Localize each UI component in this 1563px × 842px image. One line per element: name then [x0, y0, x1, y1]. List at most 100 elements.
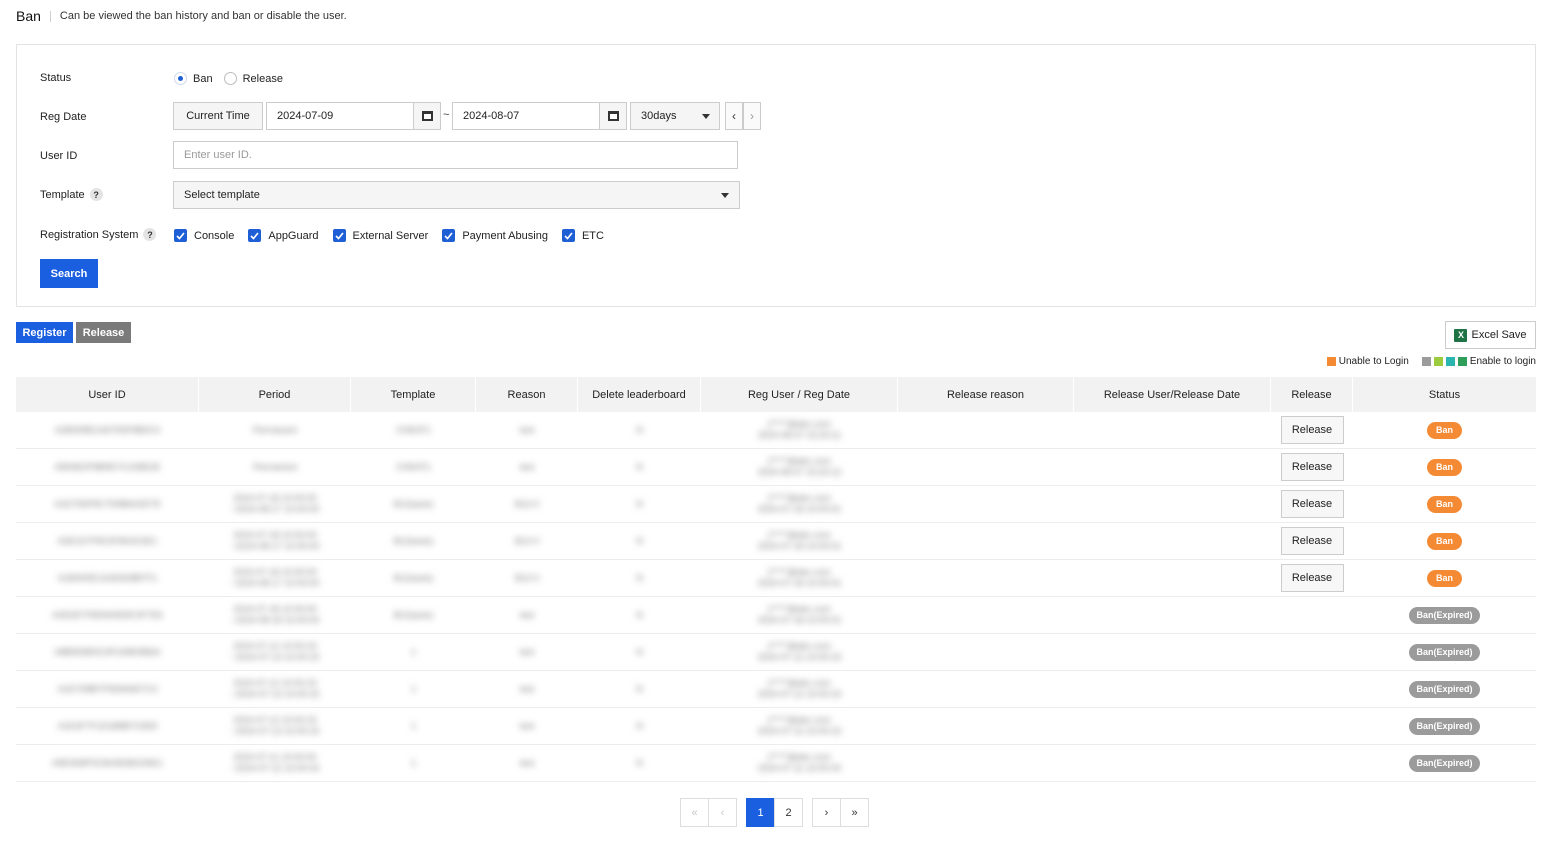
cell-delete-leaderboard: N: [578, 523, 701, 559]
next-range-button[interactable]: ›: [743, 102, 761, 130]
checkbox-appguard-label[interactable]: AppGuard: [268, 230, 318, 242]
user-id-input[interactable]: Enter user ID.: [173, 141, 738, 169]
chevron-left-icon: ‹: [732, 109, 736, 123]
checkbox-etc[interactable]: [561, 229, 575, 242]
register-button[interactable]: Register: [16, 322, 73, 343]
date-range-select[interactable]: 30days: [630, 102, 720, 130]
page-header: Ban Can be viewed the ban history and ba…: [16, 7, 347, 25]
template-select[interactable]: Select template: [173, 181, 740, 209]
help-icon[interactable]: ?: [89, 188, 103, 201]
cell-user-id-value: A1B4D5E1A2E6D8B7F1: [57, 572, 158, 583]
cell-user-id: A1E7D8B7F5E8A6E7C3: [16, 671, 199, 707]
checkbox-external-server[interactable]: [332, 229, 346, 242]
cell-release-user-date: [1074, 412, 1271, 448]
cell-delete-leaderboard-value: N: [636, 535, 643, 546]
cell-release-reason: [898, 708, 1074, 744]
cell-release-reason: [898, 597, 1074, 633]
checkbox-console[interactable]: [174, 229, 187, 242]
cell-status: Ban(Expired): [1353, 634, 1536, 670]
cell-delete-leaderboard: N: [578, 449, 701, 485]
page-button-1[interactable]: 1: [746, 798, 775, 827]
status-radio-release[interactable]: [223, 72, 237, 85]
cell-status: Ban(Expired): [1353, 671, 1536, 707]
date-to-input[interactable]: 2024-08-07: [452, 102, 600, 130]
cell-delete-leaderboard: N: [578, 671, 701, 707]
cell-reg-user-date-value: j*****@abc.com 2024-07-18 10:00:01: [757, 530, 842, 551]
cell-template-value: B12(auto): [393, 609, 434, 620]
cell-delete-leaderboard-value: N: [636, 461, 643, 472]
cell-user-id: A3E1D7F8C5F8A3C6E1: [16, 523, 199, 559]
checkbox-payment-abusing-label[interactable]: Payment Abusing: [462, 230, 548, 242]
cell-reason: test: [476, 671, 578, 707]
template-select-value: Select template: [184, 189, 260, 201]
cell-release-user-date: [1074, 523, 1271, 559]
row-release-button[interactable]: Release: [1280, 453, 1344, 481]
excel-save-button[interactable]: X Excel Save: [1445, 321, 1536, 349]
checkbox-external-server-label[interactable]: External Server: [353, 230, 429, 242]
cell-delete-leaderboard-value: N: [636, 424, 643, 435]
row-release-button[interactable]: Release: [1280, 564, 1344, 592]
cell-user-id-value: A2B3D8E1A67D5F8B0C4: [54, 424, 161, 435]
cell-status: Ban(Expired): [1353, 708, 1536, 744]
legend-enable-swatch-darkgreen: [1457, 357, 1467, 366]
cell-template: CHEAT1: [351, 412, 476, 448]
cell-period: 2024-07-12 10:00:15 ~2024-07-13 10:00:15: [199, 671, 351, 707]
checkbox-console-label[interactable]: Console: [194, 230, 234, 242]
status-radio-ban-label[interactable]: Ban: [193, 73, 213, 85]
cell-reg-user-date: j*****@abc.com 2024-07-18 10:00:01: [701, 560, 898, 596]
status-badge: Ban(Expired): [1409, 680, 1480, 698]
next-page-button[interactable]: ›: [812, 798, 841, 827]
calendar-icon: [421, 111, 433, 121]
cell-status: Ban: [1353, 449, 1536, 485]
cell-template-value: B12(auto): [393, 498, 434, 509]
date-to-calendar-button[interactable]: [599, 102, 627, 130]
cell-reg-user-date-value: j*****@abc.com 2024-07-12 10:00:15: [757, 678, 842, 699]
cell-template-value: 1: [410, 757, 416, 768]
cell-period: 2024-07-18 10:00:00 ~2024-08-17 10:00:00: [199, 523, 351, 559]
cell-user-id: A9D6E0F8B9E7C1D8E2E: [16, 449, 199, 485]
cell-reason: test: [476, 597, 578, 633]
last-page-button[interactable]: »: [840, 798, 869, 827]
excel-icon: X: [1454, 328, 1468, 342]
row-release-button[interactable]: Release: [1280, 490, 1344, 518]
current-time-button[interactable]: Current Time: [173, 102, 263, 130]
cell-reg-user-date-value: j*****@abc.com 2024-07-18 10:00:01: [757, 604, 842, 625]
cell-user-id: A1B4D5E1A2E6D8B7F1: [16, 560, 199, 596]
cell-reason: test: [476, 634, 578, 670]
col-release: Release: [1271, 377, 1353, 412]
status-badge: Ban(Expired): [1409, 606, 1480, 624]
date-from-calendar-button[interactable]: [413, 102, 441, 130]
date-range-value: 30days: [641, 110, 677, 122]
checkbox-etc-label[interactable]: ETC: [582, 230, 604, 242]
bulk-release-button[interactable]: Release: [76, 322, 131, 343]
prev-range-button[interactable]: ‹: [725, 102, 743, 130]
status-radio-release-label[interactable]: Release: [243, 73, 283, 85]
cell-status: Ban: [1353, 523, 1536, 559]
row-release-button[interactable]: Release: [1280, 416, 1344, 444]
table-row: A2B3D8E1A67D5F8B0C4 Permanent CHEAT1 test Nj…: [16, 412, 1536, 449]
row-release-button[interactable]: Release: [1280, 527, 1344, 555]
cell-release: Release: [1271, 449, 1353, 485]
cell-reason-value: test: [519, 424, 535, 435]
checkbox-payment-abusing[interactable]: [442, 229, 456, 242]
chevron-down-icon: [721, 193, 729, 198]
cell-status: Ban: [1353, 412, 1536, 448]
help-icon[interactable]: ?: [143, 228, 157, 241]
cell-release: [1271, 597, 1353, 633]
status-badge: Ban: [1426, 569, 1462, 587]
cell-release-user-date: [1074, 671, 1271, 707]
status-radio-ban[interactable]: [174, 72, 187, 85]
page-button-2[interactable]: 2: [774, 798, 803, 827]
first-page-button[interactable]: «: [680, 798, 709, 827]
prev-page-button[interactable]: ‹: [708, 798, 737, 827]
checkbox-appguard[interactable]: [248, 229, 262, 242]
cell-status: Ban(Expired): [1353, 745, 1536, 781]
cell-reg-user-date-value: j*****@abc.com 2024-07-12 10:00:15: [757, 641, 842, 662]
search-button[interactable]: Search: [40, 259, 98, 288]
table-body: A2B3D8E1A67D5F8B0C4 Permanent CHEAT1 test Nj…: [16, 412, 1536, 782]
cell-reg-user-date: j*****@abc.com 2024-08-07 15:20:12: [701, 449, 898, 485]
cell-reg-user-date-value: j*****@abc.com 2024-07-18 10:00:01: [757, 493, 842, 514]
date-from-input[interactable]: 2024-07-09: [266, 102, 414, 130]
table-header: User ID Period Template Reason Delete le…: [16, 377, 1536, 412]
cell-reason-value: test: [519, 720, 535, 731]
